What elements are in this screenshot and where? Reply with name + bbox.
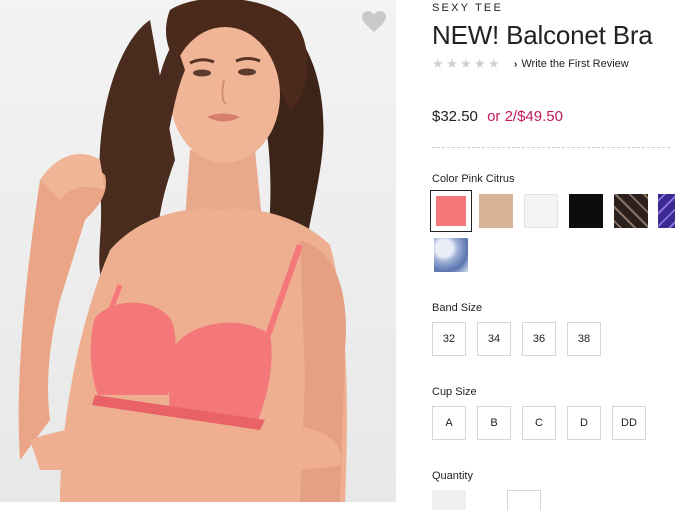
- quantity-label: Quantity: [432, 470, 473, 482]
- product-details-panel: SEXY TEE NEW! Balconet Bra ★ ★ ★ ★ ★ › W…: [430, 0, 675, 510]
- cup-size-option-b[interactable]: B: [477, 406, 511, 440]
- star-icon: ★: [446, 56, 458, 71]
- write-review-link[interactable]: › Write the First Review: [514, 58, 629, 70]
- divider: [432, 147, 670, 148]
- color-swatch-purple-print[interactable]: [658, 194, 675, 228]
- band-size-option-34[interactable]: 34: [477, 322, 511, 356]
- color-swatch-pink-citrus[interactable]: [430, 190, 472, 232]
- color-swatch-blue-tie-dye[interactable]: [434, 238, 468, 272]
- color-swatch-black[interactable]: [569, 194, 603, 228]
- color-label: Color Pink Citrus: [432, 173, 515, 185]
- star-icon: ★: [460, 56, 472, 71]
- write-review-label: Write the First Review: [521, 58, 629, 70]
- rating-stars: ★ ★ ★ ★ ★: [432, 56, 500, 71]
- cup-size-option-c[interactable]: C: [522, 406, 556, 440]
- cup-size-option-a[interactable]: A: [432, 406, 466, 440]
- cup-size-label: Cup Size: [432, 386, 477, 398]
- star-icon: ★: [474, 56, 486, 71]
- wishlist-heart-icon[interactable]: [361, 10, 387, 34]
- band-size-option-38[interactable]: 38: [567, 322, 601, 356]
- cup-size-option-d[interactable]: D: [567, 406, 601, 440]
- chevron-right-icon: ›: [514, 58, 518, 70]
- quantity-input[interactable]: [507, 490, 541, 510]
- model-photo-illustration: [18, 0, 347, 502]
- quantity-decrement-button[interactable]: [432, 490, 466, 510]
- product-title: NEW! Balconet Bra: [432, 20, 653, 50]
- band-size-option-36[interactable]: 36: [522, 322, 556, 356]
- band-size-option-32[interactable]: 32: [432, 322, 466, 356]
- star-icon: ★: [432, 56, 444, 71]
- collection-name[interactable]: SEXY TEE: [432, 2, 503, 14]
- star-icon: ★: [488, 56, 500, 71]
- product-image: [0, 0, 396, 502]
- multi-buy-offer: or 2/$49.50: [487, 108, 563, 125]
- cup-size-option-dd[interactable]: DD: [612, 406, 646, 440]
- color-swatch-white[interactable]: [524, 194, 558, 228]
- rating-row: ★ ★ ★ ★ ★ › Write the First Review: [432, 57, 629, 71]
- color-swatch-black-lace-print[interactable]: [614, 194, 648, 228]
- price: $32.50: [432, 108, 478, 125]
- color-swatch-nude[interactable]: [479, 194, 513, 228]
- band-size-label: Band Size: [432, 302, 483, 314]
- price-block: $32.50 or 2/$49.50: [432, 108, 563, 125]
